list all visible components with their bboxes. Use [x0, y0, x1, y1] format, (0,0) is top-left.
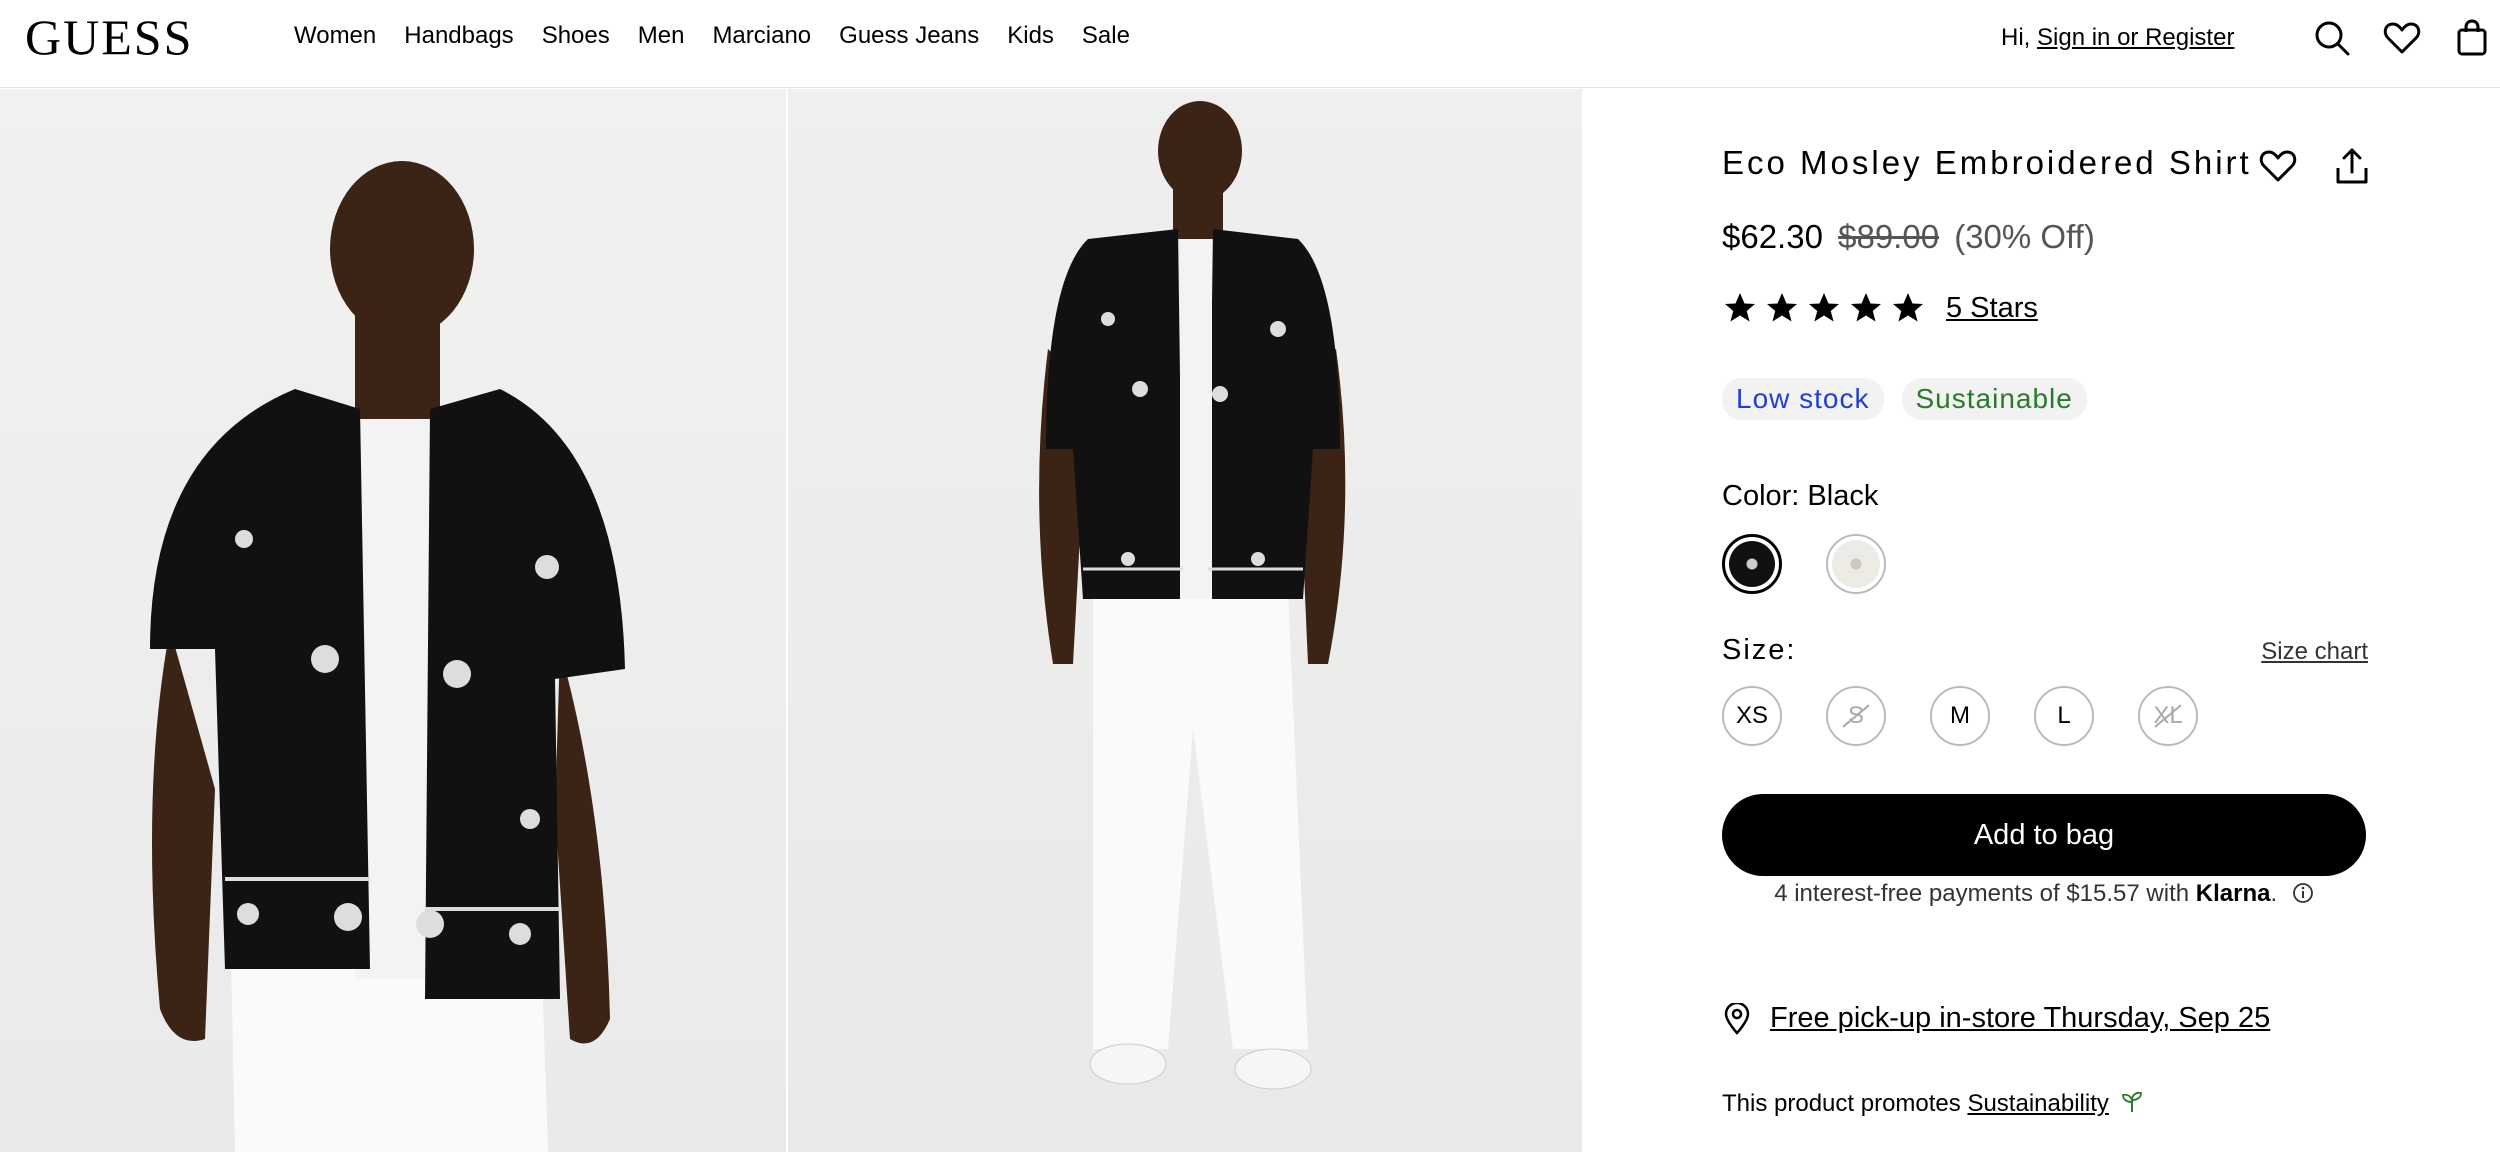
- info-icon[interactable]: [2292, 882, 2314, 904]
- discount-label: (30% Off): [1954, 218, 2095, 255]
- color-label: Color: Black: [1722, 480, 1878, 513]
- sale-price: $62.30: [1722, 218, 1823, 255]
- guess-logo[interactable]: GUESS: [25, 8, 193, 66]
- add-to-bag-button[interactable]: Add to bag: [1722, 794, 2366, 876]
- original-price: $89.00: [1838, 218, 1940, 255]
- star-icon: [1725, 293, 1755, 322]
- nav-shoes[interactable]: Shoes: [542, 20, 610, 52]
- bag-icon[interactable]: [2452, 18, 2492, 58]
- size-option-m[interactable]: M: [1930, 686, 1990, 746]
- size-option-xs[interactable]: XS: [1722, 686, 1782, 746]
- product-image-front[interactable]: [0, 89, 786, 1152]
- star-icon: [1851, 293, 1881, 322]
- wishlist-heart-icon[interactable]: [2258, 146, 2298, 186]
- color-label-text: Color:: [1722, 480, 1800, 512]
- nav-sale[interactable]: Sale: [1082, 20, 1130, 52]
- nav-kids[interactable]: Kids: [1007, 20, 1054, 52]
- color-swatch-cream[interactable]: [1826, 534, 1886, 594]
- sustainability-link[interactable]: Sustainability: [1967, 1090, 2108, 1117]
- main-nav: Women Handbags Shoes Men Marciano Guess …: [294, 20, 1158, 52]
- star-icon: [1767, 293, 1797, 322]
- star-icon: [1809, 293, 1839, 322]
- size-chart-link[interactable]: Size chart: [2261, 638, 2368, 666]
- size-option-s[interactable]: S: [1826, 686, 1886, 746]
- price: $62.30 $89.00 (30% Off): [1722, 218, 2095, 256]
- pickup-link[interactable]: Free pick-up in-store Thursday, Sep 25: [1770, 1002, 2270, 1035]
- site-header: GUESS Women Handbags Shoes Men Marciano …: [0, 0, 2500, 88]
- color-value: Black: [1807, 480, 1879, 512]
- klarna-financing: 4 interest-free payments of $15.57 with …: [1722, 880, 2366, 908]
- nav-marciano[interactable]: Marciano: [712, 20, 811, 52]
- size-option-l[interactable]: L: [2034, 686, 2094, 746]
- greeting-text: Hi,: [2001, 24, 2031, 51]
- location-pin-icon: [1724, 1002, 1750, 1035]
- product-badges: Low stock Sustainable: [1722, 378, 2087, 420]
- share-icon[interactable]: [2332, 146, 2372, 186]
- store-pickup: Free pick-up in-store Thursday, Sep 25: [1722, 1002, 2270, 1035]
- size-selector: XS S M L XL: [1722, 686, 2242, 746]
- klarna-period: .: [2270, 880, 2278, 907]
- search-icon[interactable]: [2312, 18, 2352, 58]
- rating: 5 Stars: [1722, 290, 2038, 326]
- low-stock-badge: Low stock: [1722, 378, 1884, 420]
- nav-guess-jeans[interactable]: Guess Jeans: [839, 20, 979, 52]
- color-swatch-black[interactable]: [1722, 534, 1782, 594]
- product-gallery: [0, 89, 1582, 1152]
- klarna-text: 4 interest-free payments of $15.57 with: [1774, 880, 2190, 907]
- product-image-full-body[interactable]: [788, 89, 1582, 1152]
- account-greeting: Hi, Sign in or Register: [2001, 22, 2234, 54]
- nav-men[interactable]: Men: [638, 20, 685, 52]
- klarna-logo: Klarna: [2195, 880, 2271, 907]
- sprout-icon: [2121, 1091, 2142, 1112]
- promo-text: This product promotes: [1722, 1090, 1961, 1117]
- nav-women[interactable]: Women: [294, 20, 376, 52]
- star-icon: [1893, 293, 1923, 322]
- nav-handbags[interactable]: Handbags: [404, 20, 513, 52]
- sustainable-badge: Sustainable: [1901, 378, 2087, 420]
- size-option-xl[interactable]: XL: [2138, 686, 2198, 746]
- size-label: Size:: [1722, 634, 1797, 666]
- heart-icon[interactable]: [2382, 18, 2422, 58]
- sustainability-promo: This product promotes Sustainability: [1722, 1090, 2144, 1118]
- reviews-link[interactable]: 5 Stars: [1946, 292, 2038, 325]
- product-title: Eco Mosley Embroidered Shirt: [1722, 144, 2252, 181]
- sign-in-link[interactable]: Sign in or Register: [2037, 24, 2234, 51]
